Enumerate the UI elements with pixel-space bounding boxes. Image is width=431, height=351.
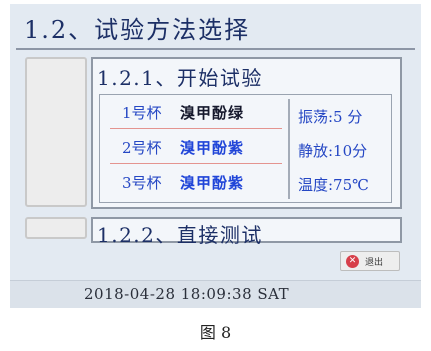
status-bar: 2018-04-28 18:09:38 SAT	[10, 280, 421, 308]
start-test-settings-frame: 1号杯 溴甲酚绿 2号杯 溴甲酚紫 3号杯 溴甲酚紫 振荡:5 分 静放:10分…	[99, 94, 392, 203]
cup-row-2[interactable]: 2号杯 溴甲酚紫	[110, 130, 282, 164]
direct-test-title: 1.2.2、直接测试	[97, 223, 263, 247]
datetime-display: 2018-04-28 18:09:38 SAT	[84, 285, 290, 303]
cup-3-reagent[interactable]: 溴甲酚紫	[180, 172, 244, 193]
params-divider	[288, 99, 290, 199]
direct-test-panel[interactable]: 1.2.2、直接测试	[91, 217, 402, 247]
cup-3-label: 3号杯	[122, 174, 162, 192]
cup-2-label: 2号杯	[122, 139, 162, 157]
page-title: 1.2、试验方法选择	[24, 16, 251, 44]
start-test-panel[interactable]: 1.2.1、开始试验 1号杯 溴甲酚绿 2号杯 溴甲酚紫 3号杯 溴甲酚紫 振荡…	[91, 57, 402, 209]
temperature-setting[interactable]: 温度:75℃	[298, 174, 369, 195]
title-divider	[16, 48, 415, 50]
cup-1-reagent[interactable]: 溴甲酚绿	[180, 102, 244, 123]
oscillation-time[interactable]: 振荡:5 分	[298, 106, 362, 127]
exit-label: 退出	[365, 258, 384, 268]
rest-time[interactable]: 静放:10分	[298, 140, 367, 161]
start-test-select-button[interactable]	[25, 57, 87, 207]
figure-caption: 图 8	[199, 323, 232, 342]
device-screen: 1.2、试验方法选择 1.2.1、开始试验 1号杯 溴甲酚绿 2号杯 溴甲酚紫 …	[10, 4, 421, 308]
start-test-title: 1.2.1、开始试验	[97, 66, 263, 90]
close-circle-icon: ✕	[346, 255, 359, 268]
cup-row-3[interactable]: 3号杯 溴甲酚紫	[110, 165, 282, 199]
cup-1-label: 1号杯	[122, 104, 162, 122]
exit-button[interactable]: ✕ 退出	[340, 251, 400, 271]
direct-test-select-button[interactable]	[25, 217, 87, 239]
cup-row-1[interactable]: 1号杯 溴甲酚绿	[110, 95, 282, 129]
cup-2-reagent[interactable]: 溴甲酚紫	[180, 137, 244, 158]
